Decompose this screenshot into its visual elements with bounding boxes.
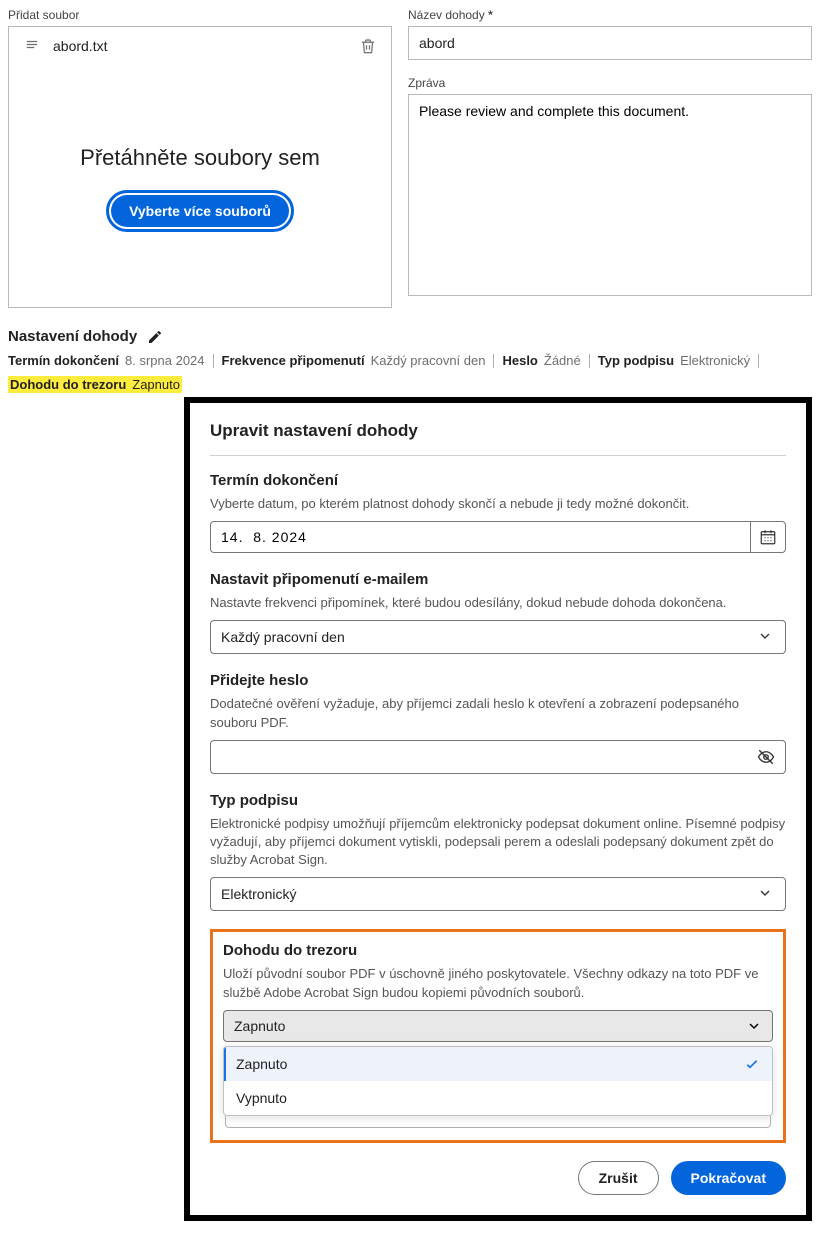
check-icon xyxy=(744,1056,760,1072)
separator xyxy=(213,354,214,368)
setting-password-val: Žádné xyxy=(544,353,581,368)
settings-header: Nastavení dohody xyxy=(8,328,137,345)
separator xyxy=(758,354,759,368)
chevron-down-icon xyxy=(746,1018,762,1034)
file-item: abord.txt xyxy=(9,27,391,65)
setting-vault-highlight: Dohodu do trezoru Zapnuto xyxy=(8,376,182,393)
sigtype-desc: Elektronické podpisy umožňují příjemcům … xyxy=(210,815,786,870)
text-file-icon xyxy=(23,37,41,55)
setting-deadline-key: Termín dokončení xyxy=(8,353,119,368)
edit-settings-modal: Upravit nastavení dohody Termín dokončen… xyxy=(184,397,812,1221)
select-more-files-button[interactable]: Vyberte více souborů xyxy=(111,195,289,227)
file-name: abord.txt xyxy=(53,38,347,54)
setting-reminder-val: Každý pracovní den xyxy=(371,353,486,368)
reminder-select[interactable]: Každý pracovní den xyxy=(210,620,786,654)
message-label: Zpráva xyxy=(408,76,812,90)
vault-option-off[interactable]: Vypnuto xyxy=(224,1081,772,1115)
calendar-button[interactable] xyxy=(750,521,786,553)
required-star: * xyxy=(488,8,493,22)
deadline-date-input[interactable] xyxy=(210,521,750,553)
modal-title: Upravit nastavení dohody xyxy=(210,421,786,456)
password-desc: Dodatečné ověření vyžaduje, aby příjemci… xyxy=(210,695,786,731)
vault-title: Dohodu do trezoru xyxy=(223,942,773,959)
trash-icon[interactable] xyxy=(359,37,377,55)
deadline-title: Termín dokončení xyxy=(210,472,786,489)
vault-desc: Uloží původní soubor PDF v úschovně jiné… xyxy=(223,965,773,1001)
reminder-title: Nastavit připomenutí e-mailem xyxy=(210,571,786,588)
setting-reminder-key: Frekvence připomenutí xyxy=(222,353,365,368)
vault-select[interactable]: Zapnuto xyxy=(223,1010,773,1042)
agreement-name-label: Název dohody * xyxy=(408,8,812,22)
eye-off-icon[interactable] xyxy=(757,748,775,766)
cancel-button[interactable]: Zrušit xyxy=(578,1161,659,1195)
settings-summary-row: Termín dokončení 8. srpna 2024 Frekvence… xyxy=(0,353,820,376)
separator xyxy=(589,354,590,368)
file-section-label: Přidat soubor xyxy=(8,8,392,22)
reminder-desc: Nastavte frekvenci připomínek, které bud… xyxy=(210,594,786,612)
chevron-down-icon xyxy=(757,628,775,646)
separator xyxy=(493,354,494,368)
password-input[interactable] xyxy=(210,740,786,774)
file-drop-area[interactable]: abord.txt Přetáhněte soubory sem Vyberte… xyxy=(8,26,392,308)
sigtype-select[interactable]: Elektronický xyxy=(210,877,786,911)
vault-option-on[interactable]: Zapnuto xyxy=(224,1047,772,1081)
continue-button[interactable]: Pokračovat xyxy=(671,1161,786,1195)
chevron-down-icon xyxy=(757,885,775,903)
sigtype-title: Typ podpisu xyxy=(210,792,786,809)
setting-deadline-val: 8. srpna 2024 xyxy=(125,353,205,368)
agreement-name-input[interactable] xyxy=(408,26,812,60)
setting-password-key: Heslo xyxy=(502,353,537,368)
message-textarea[interactable] xyxy=(408,94,812,296)
vault-dropdown: Zapnuto Vypnuto xyxy=(223,1046,773,1116)
deadline-desc: Vyberte datum, po kterém platnost dohody… xyxy=(210,495,786,513)
edit-icon[interactable] xyxy=(147,329,163,345)
vault-under-edge xyxy=(225,1116,771,1128)
drop-text: Přetáhněte soubory sem xyxy=(80,145,320,171)
calendar-icon xyxy=(759,528,777,546)
vault-section: Dohodu do trezoru Uloží původní soubor P… xyxy=(210,929,786,1142)
setting-sigtype-key: Typ podpisu xyxy=(598,353,674,368)
setting-sigtype-val: Elektronický xyxy=(680,353,750,368)
password-title: Přidejte heslo xyxy=(210,672,786,689)
